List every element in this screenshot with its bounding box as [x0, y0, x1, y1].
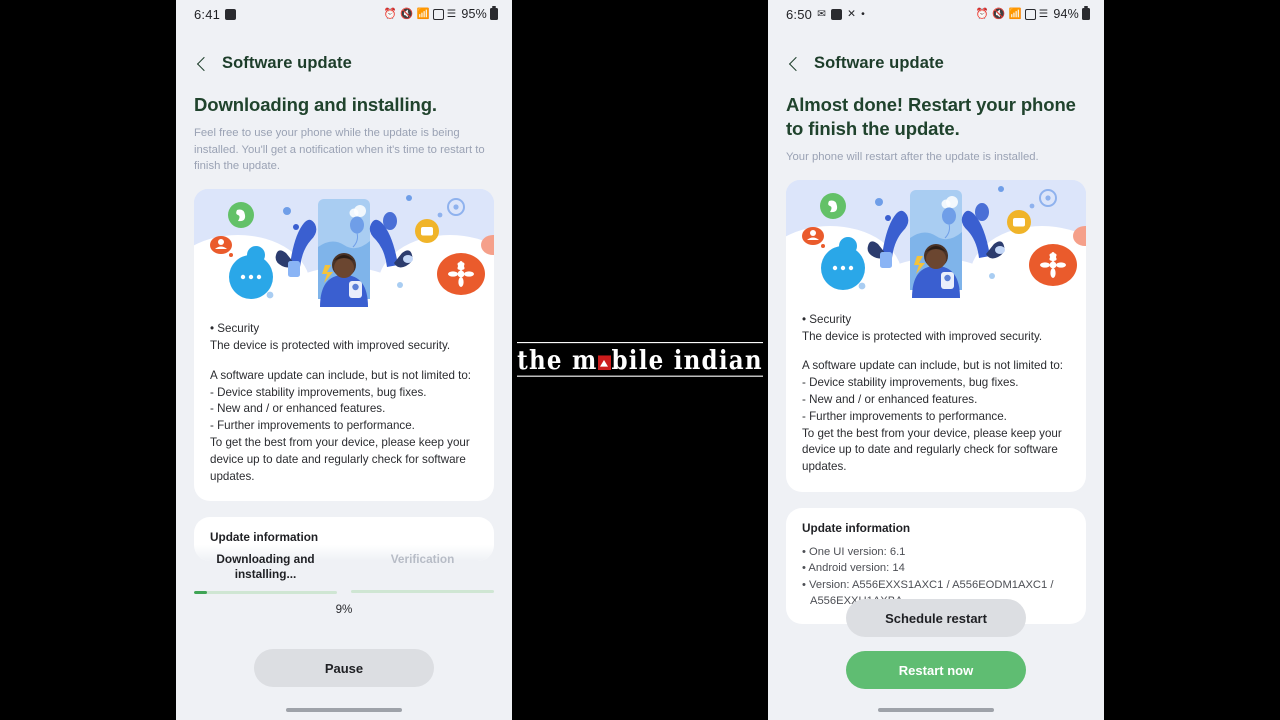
- release-note-line: - New and / or enhanced features.: [210, 402, 386, 416]
- signal-icon: ☰: [446, 7, 457, 20]
- update-information-heading: Update information: [210, 530, 319, 545]
- progress-step-verification: Verification: [351, 552, 494, 594]
- status-bar-right: ⏰ 🔇 📶 ☰ 94%: [975, 5, 1090, 21]
- mute-icon: 🔇: [400, 7, 414, 20]
- watermark-pre: the m: [517, 344, 598, 376]
- status-bar-left: 6:41: [194, 6, 237, 22]
- hero-title: Downloading and installing.: [194, 94, 437, 115]
- battery-percent: 95%: [461, 7, 487, 21]
- release-note-line: To get the best from your device, please…: [802, 426, 1062, 474]
- page-title: Software update: [814, 54, 944, 72]
- hero-section: Downloading and installing. Feel free to…: [176, 73, 512, 175]
- screenshot-stage: 6:41 ⏰ 🔇 📶 ☰ 95% Software update Downloa…: [0, 0, 1280, 720]
- dot-icon: •: [861, 7, 865, 20]
- left-phone-screen: 6:41 ⏰ 🔇 📶 ☰ 95% Software update Downloa…: [176, 0, 512, 720]
- release-note-line: - New and / or enhanced features.: [802, 393, 978, 406]
- app-bar: Software update: [176, 28, 512, 73]
- volte-icon: [1024, 8, 1036, 20]
- page-title: Software update: [222, 54, 352, 72]
- status-bar: 6:41 ⏰ 🔇 📶 ☰ 95%: [176, 0, 512, 28]
- release-note-line: A software update can include, but is no…: [210, 368, 472, 382]
- signal-icon: ☰: [1038, 7, 1049, 20]
- list-item: • One UI version: 6.1: [802, 545, 906, 558]
- schedule-restart-button[interactable]: Schedule restart: [846, 599, 1026, 637]
- alarm-icon: ⏰: [383, 7, 398, 20]
- music-note-icon: [225, 8, 237, 20]
- progress-percent-text: 9%: [335, 603, 353, 616]
- release-note-line: The device is protected with improved se…: [802, 329, 1043, 343]
- watermark-logo-mark: [598, 354, 611, 370]
- release-note-line: - Device stability improvements, bug fix…: [802, 376, 1019, 390]
- gesture-bar[interactable]: [286, 708, 402, 712]
- volte-icon: [432, 8, 444, 20]
- status-bar-left: 6:50 ✉ ✕ •: [786, 7, 865, 22]
- release-note-line: • Security: [210, 322, 260, 336]
- alarm-icon: ⏰: [975, 7, 990, 20]
- right-phone-screen: 6:50 ✉ ✕ • ⏰ 🔇 📶 ☰ 94% Software update A…: [768, 0, 1104, 720]
- release-note-line: - Device stability improvements, bug fix…: [210, 385, 427, 399]
- app-bar: Software update: [768, 28, 1104, 73]
- release-note-line: • Security: [802, 312, 852, 326]
- wifi-icon: 📶: [416, 7, 430, 20]
- progress-step2-label: Verification: [390, 551, 455, 566]
- watermark-text: the m bile indian: [517, 341, 763, 377]
- status-time: 6:41: [194, 6, 221, 22]
- release-note-line: To get the best from your device, please…: [210, 435, 470, 483]
- progress-track-1: [194, 590, 337, 594]
- restart-now-button[interactable]: Restart now: [846, 651, 1026, 689]
- watermark-post: bile indian: [611, 344, 763, 376]
- release-note-line: A software update can include, but is no…: [802, 359, 1064, 373]
- watermark-band: the m bile indian: [512, 0, 768, 720]
- pause-button[interactable]: Pause: [254, 649, 434, 687]
- hero-section: Almost done! Restart your phone to finis…: [768, 73, 1104, 166]
- release-note-line: - Further improvements to performance.: [210, 419, 415, 433]
- back-chevron-icon[interactable]: [786, 56, 802, 72]
- battery-percent: 94%: [1053, 7, 1079, 21]
- update-information-heading: Update information: [802, 520, 911, 535]
- progress-section: Downloading and installing... Verificati…: [194, 552, 494, 616]
- gesture-bar[interactable]: [878, 708, 994, 712]
- hero-subtitle: Your phone will restart after the update…: [786, 151, 1039, 164]
- status-bar: 6:50 ✉ ✕ • ⏰ 🔇 📶 ☰ 94%: [768, 0, 1104, 28]
- watermark-rule-top: [517, 341, 763, 344]
- software-update-illustration: [194, 189, 494, 308]
- release-note-line: - Further improvements to performance.: [802, 409, 1007, 423]
- list-item: • Version: A556EXXS1AXC1 / A556EODM1AXC1…: [802, 578, 1054, 591]
- progress-fill-1: [194, 590, 207, 594]
- progress-row: Downloading and installing... Verificati…: [194, 552, 494, 594]
- watermark-rule-bottom: [517, 374, 763, 377]
- hero-subtitle: Feel free to use your phone while the up…: [194, 127, 485, 173]
- checkbox-icon: [831, 8, 843, 20]
- x-icon: ✕: [847, 7, 857, 20]
- whatsapp-icon: ✉: [817, 7, 827, 20]
- battery-icon: [490, 5, 498, 20]
- progress-step1-label: Downloading and installing...: [216, 551, 315, 582]
- illustration-svg: [786, 179, 1086, 298]
- mute-icon: 🔇: [992, 7, 1006, 20]
- list-item: • Android version: 14: [802, 562, 905, 575]
- wifi-icon: 📶: [1008, 7, 1022, 20]
- action-buttons: Schedule restart Restart now: [846, 599, 1026, 689]
- release-notes-card: • Security The device is protected with …: [786, 297, 1086, 492]
- illustration-svg: [194, 189, 494, 308]
- release-note-line: The device is protected with improved se…: [210, 339, 451, 352]
- software-update-illustration: [786, 179, 1086, 298]
- status-time: 6:50: [786, 6, 813, 22]
- status-bar-right: ⏰ 🔇 📶 ☰ 95%: [383, 5, 498, 21]
- progress-track-2: [351, 589, 494, 594]
- release-notes-card: • Security The device is protected with …: [194, 307, 494, 502]
- back-chevron-icon[interactable]: [194, 56, 210, 72]
- hero-title: Almost done! Restart your phone to finis…: [786, 94, 1076, 140]
- progress-step-download: Downloading and installing...: [194, 552, 337, 594]
- battery-icon: [1082, 5, 1090, 20]
